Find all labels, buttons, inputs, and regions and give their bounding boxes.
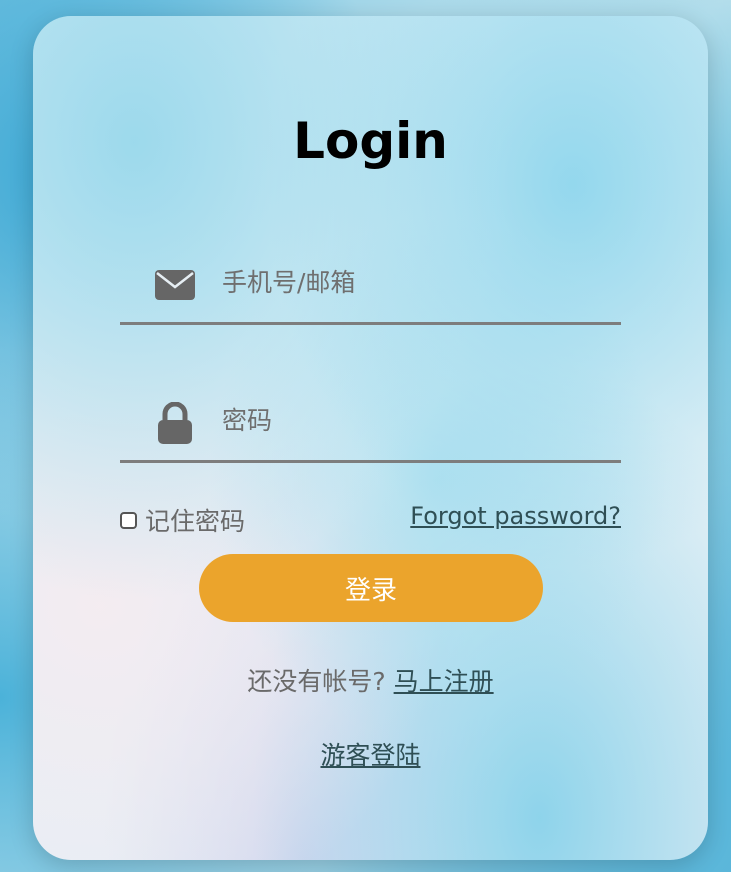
- signup-link[interactable]: 马上注册: [394, 667, 494, 696]
- signup-row: 还没有帐号? 马上注册: [33, 662, 708, 698]
- guest-login-row: 游客登陆: [33, 736, 708, 772]
- password-input[interactable]: [222, 400, 612, 440]
- password-field-row: [120, 380, 621, 463]
- envelope-icon: [154, 264, 196, 306]
- guest-login-link[interactable]: 游客登陆: [320, 741, 420, 770]
- remember-checkbox[interactable]: [120, 511, 137, 529]
- remember-password[interactable]: 记住密码: [120, 502, 245, 538]
- signup-prompt: 还没有帐号?: [247, 667, 386, 696]
- email-field-row: [120, 242, 621, 325]
- lock-icon: [154, 401, 196, 444]
- login-card: Login 记住密码 Forgot password? 登录 还没有帐号? 马上…: [33, 16, 708, 860]
- forgot-password-link[interactable]: Forgot password?: [410, 502, 621, 530]
- page-title: Login: [293, 112, 448, 170]
- login-button[interactable]: 登录: [199, 554, 543, 622]
- remember-label: 记住密码: [145, 507, 246, 536]
- email-input[interactable]: [222, 262, 612, 302]
